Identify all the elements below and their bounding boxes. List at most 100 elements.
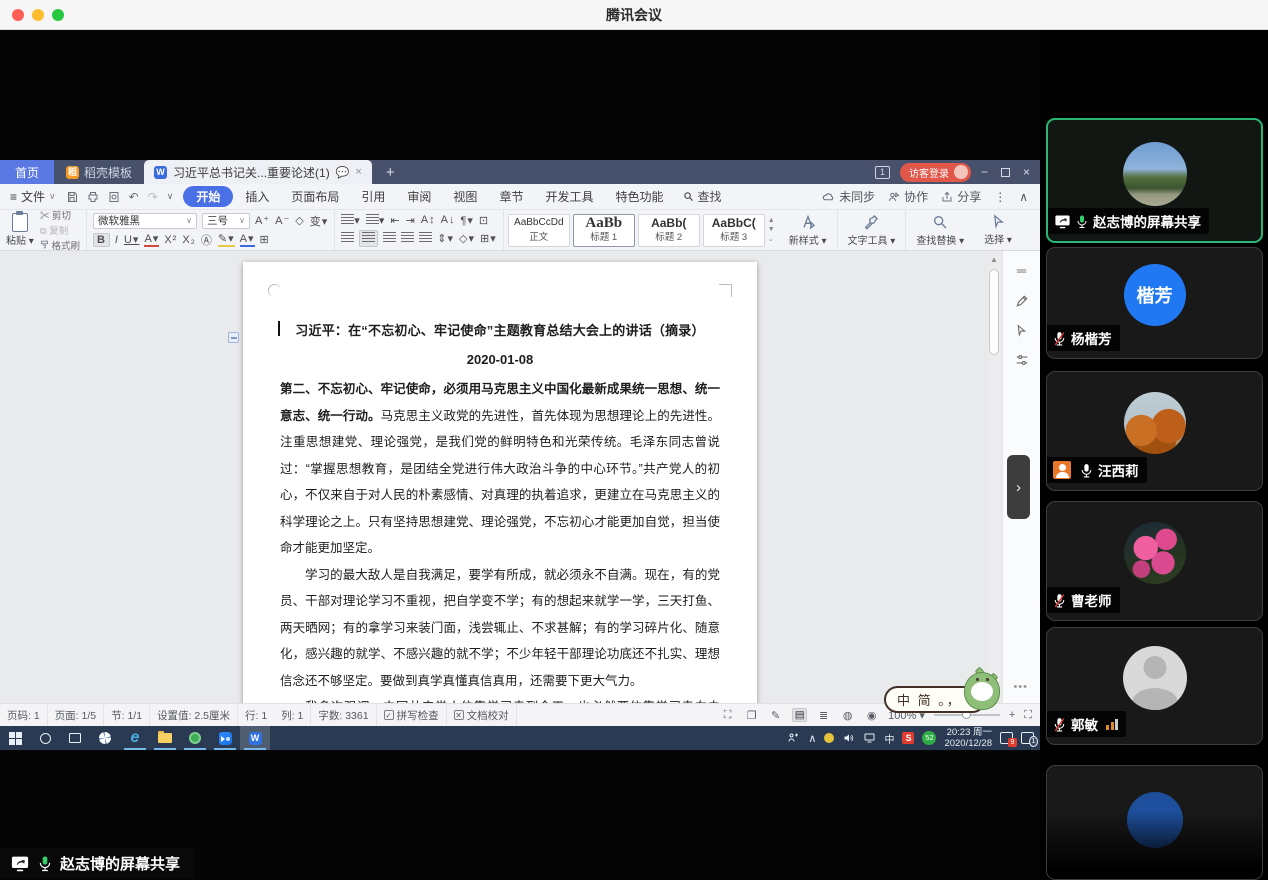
zoom-in-button[interactable]: + bbox=[1009, 709, 1015, 721]
status-word-count[interactable]: 字数: 3361 bbox=[311, 704, 376, 726]
taskbar-app-green-browser[interactable] bbox=[180, 726, 210, 750]
number-list-button[interactable]: ▾ bbox=[366, 214, 386, 227]
ribbon-search[interactable]: 查找 bbox=[683, 188, 721, 205]
scroll-up-icon[interactable]: ▲ bbox=[990, 255, 998, 264]
align-right-button[interactable] bbox=[383, 232, 396, 245]
underline-button[interactable]: U▾ bbox=[124, 233, 139, 246]
collapse-ribbon-icon[interactable]: ∧ bbox=[1019, 190, 1028, 204]
status-page-number[interactable]: 页码: 1 bbox=[0, 704, 48, 726]
print-icon[interactable] bbox=[87, 191, 99, 203]
collaborate-button[interactable]: 协作 bbox=[888, 188, 928, 205]
cloud-sync-status[interactable]: 未同步 bbox=[822, 188, 875, 205]
style-heading-3[interactable]: AaBbC( 标题 3 bbox=[703, 214, 765, 247]
paste-button[interactable]: 粘贴 ▾ bbox=[6, 213, 34, 247]
align-left-button[interactable] bbox=[341, 232, 354, 245]
tab-section[interactable]: 章节 bbox=[489, 186, 533, 207]
copy-button[interactable]: ⧉ 复制 bbox=[40, 223, 80, 237]
proofread-toggle[interactable]: ✕文档校对 bbox=[447, 704, 517, 726]
style-body-text[interactable]: AaBbCcDd 正文 bbox=[508, 214, 570, 247]
window-count-badge[interactable]: 1 bbox=[875, 166, 890, 179]
font-color-button[interactable]: A▾ bbox=[240, 232, 255, 247]
adjust-sliders-icon[interactable] bbox=[1015, 353, 1029, 367]
taskbar-app-edge[interactable]: e bbox=[120, 726, 150, 750]
status-section[interactable]: 节: 1/1 bbox=[104, 704, 150, 726]
status-margin-setting[interactable]: 设置值: 2.5厘米 bbox=[150, 704, 238, 726]
web-view-icon[interactable]: ◍ bbox=[840, 708, 855, 722]
highlight-button[interactable]: ✎▾ bbox=[218, 232, 235, 247]
taskbar-app-tencent-meeting[interactable] bbox=[210, 726, 240, 750]
line-spacing-button[interactable]: ⇕▾ bbox=[437, 232, 454, 245]
participant-tile-caolaoshi[interactable]: 曹老师 bbox=[1046, 501, 1263, 621]
outline-view-icon[interactable]: ≣ bbox=[816, 708, 831, 722]
grow-font-icon[interactable]: A⁺ bbox=[255, 214, 270, 227]
tab-review[interactable]: 审阅 bbox=[397, 186, 441, 207]
file-menu[interactable]: ≡ 文件 ∨ bbox=[0, 188, 66, 205]
tab-docer-templates[interactable]: 稻 稻壳模板 bbox=[54, 160, 144, 184]
sogou-ime-icon[interactable]: S bbox=[902, 732, 914, 744]
increase-indent-button[interactable]: ⇥ bbox=[406, 214, 416, 227]
participant-tile-wangxili[interactable]: 汪西莉 bbox=[1046, 371, 1263, 491]
select-arrow-icon[interactable] bbox=[1015, 324, 1028, 337]
justify-button[interactable] bbox=[401, 232, 414, 245]
show-marks-button[interactable]: ¶▾ bbox=[460, 214, 473, 227]
status-line[interactable]: 行: 1 bbox=[238, 704, 274, 726]
find-replace-button[interactable]: 查找替换 ▾ bbox=[906, 210, 974, 250]
participant-tile-partial[interactable] bbox=[1046, 765, 1263, 880]
close-tab-icon[interactable]: × bbox=[355, 166, 361, 178]
guest-login-button[interactable]: 访客登录 bbox=[900, 163, 971, 182]
taskbar-clock[interactable]: 20:23 周一 2020/12/28 bbox=[944, 727, 992, 749]
status-column[interactable]: 列: 1 bbox=[274, 704, 311, 726]
new-style-button[interactable]: 新样式 ▾ bbox=[779, 210, 838, 250]
taskbar-app-explorer[interactable] bbox=[150, 726, 180, 750]
action-center-icon[interactable]: 1 bbox=[1021, 732, 1034, 744]
tray-green-52-icon[interactable]: 52 bbox=[922, 731, 936, 745]
share-button[interactable]: 分享 bbox=[941, 188, 981, 205]
bold-button[interactable]: B bbox=[93, 233, 110, 247]
redo-icon[interactable]: ↷ bbox=[148, 190, 158, 204]
participant-tile-zhaozhibo[interactable]: 赵志博的屏幕共享 bbox=[1046, 118, 1263, 243]
char-border-button[interactable]: ⊞ bbox=[260, 233, 270, 246]
font-size-select[interactable]: 三号∨ bbox=[202, 213, 250, 229]
taskbar-app-pinwheel[interactable] bbox=[90, 726, 120, 750]
comment-bubble-icon[interactable]: 💬 bbox=[336, 166, 350, 179]
volume-icon[interactable] bbox=[842, 732, 855, 744]
italic-button[interactable]: I bbox=[115, 234, 119, 246]
message-center-icon[interactable]: 9 bbox=[1000, 732, 1013, 744]
ruler-toggle-icon[interactable]: ═ bbox=[1017, 263, 1026, 278]
tab-view[interactable]: 视图 bbox=[443, 186, 487, 207]
style-heading-2[interactable]: AaBb( 标题 2 bbox=[638, 214, 700, 247]
taskbar-app-wps[interactable]: W bbox=[240, 726, 270, 750]
subscript-button[interactable]: X₂ bbox=[182, 234, 196, 246]
save-icon[interactable] bbox=[66, 191, 78, 203]
more-options-icon[interactable]: ⋮ bbox=[994, 190, 1006, 204]
cut-button[interactable]: ✂ 剪切 bbox=[40, 208, 80, 222]
decrease-indent-button[interactable]: ⇤ bbox=[390, 214, 400, 227]
fit-page-button[interactable]: ⛶ bbox=[1024, 709, 1032, 722]
tab-document[interactable]: W 习近平总书记关...重要论述(1) 💬 × bbox=[144, 160, 372, 184]
read-mode-icon[interactable]: ❐ bbox=[744, 708, 759, 722]
edit-pen-icon[interactable] bbox=[1015, 294, 1029, 308]
new-tab-button[interactable]: + bbox=[372, 160, 409, 184]
align-center-button[interactable] bbox=[359, 230, 378, 247]
task-view-button[interactable] bbox=[60, 726, 90, 750]
style-heading-1[interactable]: AaBb 标题 1 bbox=[573, 214, 635, 247]
cortana-search-button[interactable] bbox=[30, 726, 60, 750]
distribute-text-button[interactable] bbox=[419, 232, 432, 245]
network-icon[interactable] bbox=[863, 732, 876, 744]
margin-comment-icon[interactable] bbox=[228, 332, 239, 343]
tab-special-features[interactable]: 特色功能 bbox=[605, 186, 673, 207]
status-page-of[interactable]: 页面: 1/5 bbox=[48, 704, 104, 726]
wps-maximize-button[interactable] bbox=[1001, 168, 1010, 177]
shading-button[interactable]: ◇▾ bbox=[459, 232, 475, 245]
document-canvas[interactable]: 习近平：在“不忘初心、牢记使命”主题教育总结大会上的讲话（摘录） 2020-01… bbox=[0, 251, 1040, 703]
tab-page-layout[interactable]: 页面布局 bbox=[281, 186, 349, 207]
write-mode-icon[interactable]: ✎ bbox=[768, 708, 783, 722]
distribute-button[interactable]: ⊡ bbox=[479, 214, 489, 227]
shrink-font-icon[interactable]: A⁻ bbox=[275, 214, 290, 227]
superscript-button[interactable]: X² bbox=[164, 234, 177, 246]
customize-toolbar-icon[interactable]: ∨ bbox=[167, 191, 174, 202]
spell-check-toggle[interactable]: ✓拼写检查 bbox=[377, 704, 447, 726]
phonetic-guide-icon[interactable]: 变▾ bbox=[310, 213, 329, 229]
start-button[interactable] bbox=[0, 726, 30, 750]
document-page[interactable]: 习近平：在“不忘初心、牢记使命”主题教育总结大会上的讲话（摘录） 2020-01… bbox=[243, 262, 757, 703]
